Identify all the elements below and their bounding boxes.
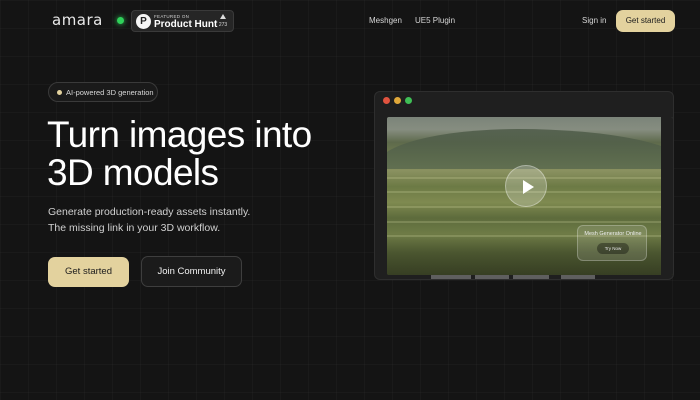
overlay-title: Mesh Generator Online (584, 231, 642, 237)
hero-subtitle-line-2: The missing link in your 3D workflow. (48, 222, 221, 234)
video-edge (661, 117, 673, 275)
nav-link-ue5-plugin[interactable]: UE5 Plugin (415, 16, 455, 25)
hero-title: Turn images into 3D models (47, 116, 367, 192)
top-navigation: amara P FEATURED ON Product Hunt 273 Mes… (0, 0, 700, 42)
hero-tag-pill: AI-powered 3D generation (48, 82, 158, 102)
upvote-count: 273 (218, 22, 228, 28)
video-landscape-hill (387, 129, 673, 169)
hero-get-started-button[interactable]: Get started (48, 257, 129, 287)
demo-video-window: Mesh Generator Online Try Now (374, 91, 674, 280)
hero-title-line-1: Turn images into (47, 114, 312, 155)
window-maximize-dot (405, 97, 412, 104)
hero-title-line-2: 3D models (47, 152, 219, 193)
thumbnail-strip (513, 275, 549, 279)
play-icon (523, 180, 534, 194)
video-overlay-card: Mesh Generator Online Try Now (577, 225, 647, 261)
nav-get-started-button[interactable]: Get started (616, 10, 675, 32)
live-status-indicator (117, 17, 124, 24)
thumbnail-strip (431, 275, 471, 279)
demo-video[interactable]: Mesh Generator Online Try Now (387, 117, 673, 275)
thumbnail-strip (475, 275, 509, 279)
product-hunt-icon: P (136, 14, 151, 29)
video-terrace-line (387, 221, 673, 223)
sign-in-link[interactable]: Sign in (582, 16, 606, 25)
window-close-dot (383, 97, 390, 104)
product-hunt-badge[interactable]: P FEATURED ON Product Hunt 273 (131, 10, 234, 32)
overlay-try-now-button[interactable]: Try Now (597, 243, 629, 254)
amara-logo[interactable]: amara (52, 11, 103, 29)
product-hunt-name: Product Hunt (154, 19, 218, 30)
upvote-arrow-icon (220, 14, 226, 19)
play-button[interactable] (505, 165, 547, 207)
tag-dot (57, 90, 62, 95)
thumbnail-strip (561, 275, 595, 279)
hero-subtitle: Generate production-ready assets instant… (48, 204, 308, 236)
window-minimize-dot (394, 97, 401, 104)
nav-link-meshgen[interactable]: Meshgen (369, 16, 402, 25)
join-community-button[interactable]: Join Community (141, 256, 242, 287)
hero-tag-text: AI-powered 3D generation (66, 88, 154, 97)
hero-subtitle-line-1: Generate production-ready assets instant… (48, 206, 251, 218)
